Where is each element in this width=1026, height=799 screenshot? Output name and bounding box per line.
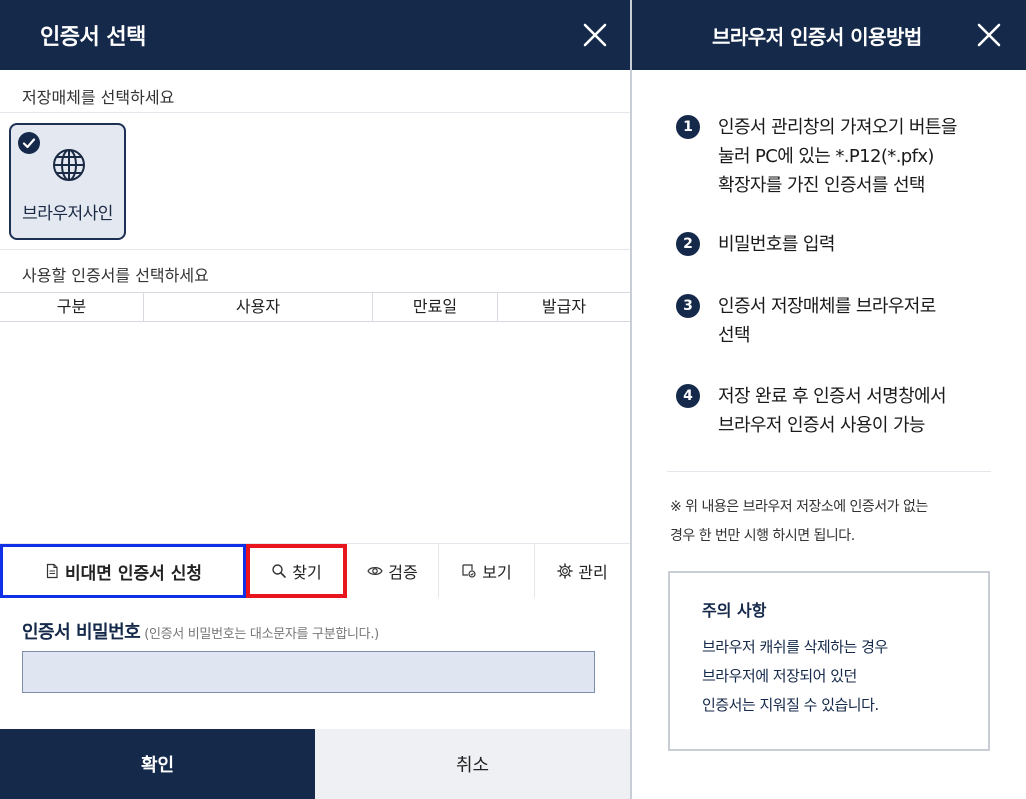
step-number-badge: 3 bbox=[676, 294, 700, 318]
step-line: 선택 bbox=[718, 325, 751, 346]
step-text: 인증서 저장매체를 브라우저로 선택 bbox=[718, 292, 936, 350]
globe-icon bbox=[51, 147, 87, 183]
cancel-button[interactable]: 취소 bbox=[315, 729, 630, 799]
manage-button[interactable]: 관리 bbox=[535, 544, 630, 598]
certificate-table-body[interactable] bbox=[0, 322, 630, 543]
view-label: 보기 bbox=[482, 563, 512, 582]
help-close-button[interactable] bbox=[976, 22, 1002, 48]
find-label: 찾기 bbox=[292, 563, 322, 582]
help-panel: 브라우저 인증서 이용방법 1 인증서 관리창의 가져오기 버튼을 눌러 PC에… bbox=[632, 0, 1026, 799]
step-number-badge: 2 bbox=[676, 232, 700, 256]
help-header: 브라우저 인증서 이용방법 bbox=[632, 0, 1026, 70]
media-option-browser[interactable]: 브라우저사인 bbox=[9, 123, 126, 240]
caution-box: 주의 사항 브라우저 캐쉬를 삭제하는 경우 브라우저에 저장되어 있던 인증서… bbox=[668, 571, 990, 751]
apply-certificate-label: 비대면 인증서 신청 bbox=[65, 563, 202, 584]
certificate-toolbar: 비대면 인증서 신청 찾기 검증 보기 관리 bbox=[0, 543, 630, 599]
password-label: 인증서 비밀번호 (인증서 비밀번호는 대소문자를 구분합니다.) bbox=[22, 618, 379, 644]
certificate-table-header: 구분 사용자 만료일 발급자 bbox=[0, 292, 630, 322]
caution-line: 인증서는 지워질 수 있습니다. bbox=[702, 696, 879, 714]
divider bbox=[0, 112, 630, 113]
apply-certificate-button[interactable]: 비대면 인증서 신청 bbox=[0, 544, 246, 598]
step-line: 비밀번호를 입력 bbox=[718, 234, 835, 255]
certificate-select-dialog: 인증서 선택 저장매체를 선택하세요 브라우저사인 사용할 인증서를 선택하세요… bbox=[0, 0, 632, 799]
step-number-badge: 1 bbox=[676, 115, 700, 139]
manage-label: 관리 bbox=[578, 563, 608, 582]
media-option-label: 브라우저사인 bbox=[22, 204, 113, 224]
dialog-title: 인증서 선택 bbox=[40, 25, 146, 50]
column-header-issuer: 발급자 bbox=[541, 297, 587, 316]
help-step: 1 인증서 관리창의 가져오기 버튼을 눌러 PC에 있는 *.P12(*.pf… bbox=[676, 113, 996, 200]
confirm-button[interactable]: 확인 bbox=[0, 729, 315, 799]
divider bbox=[0, 249, 630, 250]
step-text: 저장 완료 후 인증서 서명창에서 브라우저 인증서 사용이 가능 bbox=[718, 382, 947, 440]
verify-button[interactable]: 검증 bbox=[347, 544, 439, 598]
step-text: 비밀번호를 입력 bbox=[718, 230, 835, 259]
column-header-user: 사용자 bbox=[144, 293, 373, 321]
close-icon bbox=[977, 23, 1001, 47]
gear-icon bbox=[557, 563, 574, 579]
step-number-badge: 4 bbox=[676, 384, 700, 408]
step-line: 확장자를 가진 인증서를 선택 bbox=[718, 175, 925, 196]
eye-icon bbox=[367, 563, 383, 579]
document-icon bbox=[44, 563, 60, 579]
help-step: 2 비밀번호를 입력 bbox=[676, 230, 996, 259]
step-line: 브라우저 인증서 사용이 가능 bbox=[718, 415, 925, 436]
column-header-expiry: 만료일 bbox=[373, 293, 498, 321]
dialog-header: 인증서 선택 bbox=[0, 0, 630, 70]
note-line: ※ 위 내용은 브라우저 저장소에 인증서가 없는 bbox=[670, 499, 928, 515]
step-text: 인증서 관리창의 가져오기 버튼을 눌러 PC에 있는 *.P12(*.pfx)… bbox=[718, 113, 957, 200]
help-step: 3 인증서 저장매체를 브라우저로 선택 bbox=[676, 292, 996, 350]
cert-prompt: 사용할 인증서를 선택하세요 bbox=[22, 266, 209, 285]
help-title: 브라우저 인증서 이용방법 bbox=[712, 24, 922, 49]
close-icon bbox=[583, 23, 607, 47]
certificate-icon bbox=[461, 563, 477, 579]
view-button[interactable]: 보기 bbox=[439, 544, 535, 598]
step-line: 눌러 PC에 있는 *.P12(*.pfx) bbox=[718, 146, 934, 167]
divider bbox=[667, 471, 991, 472]
step-line: 인증서 저장매체를 브라우저로 bbox=[718, 296, 936, 317]
step-line: 인증서 관리창의 가져오기 버튼을 bbox=[718, 117, 957, 138]
password-label-text: 인증서 비밀번호 bbox=[22, 622, 141, 643]
verify-label: 검증 bbox=[388, 563, 418, 582]
note-line: 경우 한 번만 시행 하시면 됩니다. bbox=[670, 528, 855, 544]
help-step: 4 저장 완료 후 인증서 서명창에서 브라우저 인증서 사용이 가능 bbox=[676, 382, 996, 440]
password-input[interactable] bbox=[22, 651, 595, 693]
caution-line: 브라우저 캐쉬를 삭제하는 경우 bbox=[702, 638, 888, 656]
password-hint: (인증서 비밀번호는 대소문자를 구분합니다.) bbox=[144, 627, 379, 642]
find-button[interactable]: 찾기 bbox=[246, 544, 347, 598]
column-header-type: 구분 bbox=[0, 293, 144, 321]
caution-title: 주의 사항 bbox=[702, 601, 767, 620]
media-prompt: 저장매체를 선택하세요 bbox=[22, 88, 175, 107]
caution-body: 브라우저 캐쉬를 삭제하는 경우 브라우저에 저장되어 있던 인증서는 지워질 … bbox=[702, 633, 888, 720]
caution-line: 브라우저에 저장되어 있던 bbox=[702, 667, 857, 685]
search-icon bbox=[271, 563, 287, 579]
step-line: 저장 완료 후 인증서 서명창에서 bbox=[718, 386, 947, 407]
check-icon bbox=[18, 132, 40, 154]
dialog-close-button[interactable] bbox=[582, 22, 608, 48]
help-note: ※ 위 내용은 브라우저 저장소에 인증서가 없는 경우 한 번만 시행 하시면… bbox=[670, 493, 1000, 551]
